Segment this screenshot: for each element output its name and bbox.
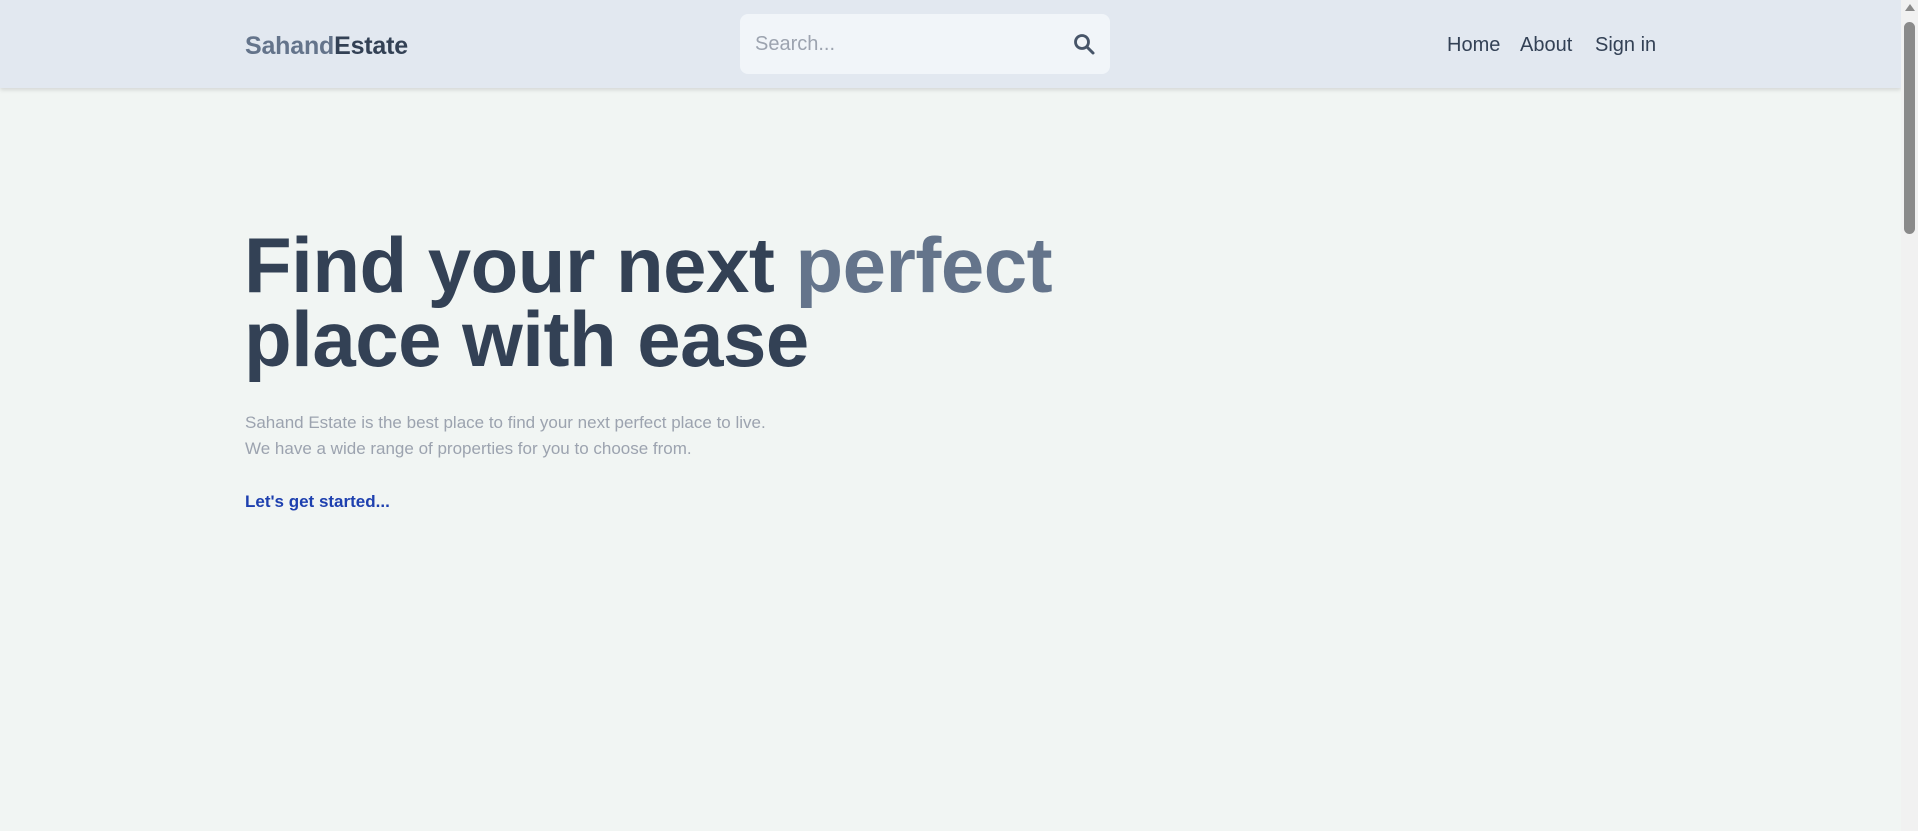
hero-description-line1: Sahand Estate is the best place to find …	[245, 413, 766, 432]
hero-title: Find your next perfect place with ease	[244, 226, 1053, 378]
search-input[interactable]	[755, 14, 1055, 74]
hero-description-line2: We have a wide range of properties for y…	[245, 439, 692, 458]
site-header: SahandEstate Home About Sign in	[0, 0, 1901, 88]
brand-name-part1: Sahand	[245, 32, 335, 60]
brand-name-part2: Estate	[334, 32, 408, 60]
hero-title-part2: place with ease	[244, 295, 809, 383]
nav-sign-in[interactable]: Sign in	[1595, 31, 1656, 59]
hero-description: Sahand Estate is the best place to find …	[245, 410, 766, 462]
page: SahandEstate Home About Sign in Find you…	[0, 0, 1901, 831]
nav-about[interactable]: About	[1520, 31, 1572, 59]
hero-title-accent: perfect	[795, 221, 1053, 309]
scrollbar-thumb[interactable]	[1904, 22, 1915, 234]
search-form	[740, 14, 1110, 74]
brand-logo[interactable]: SahandEstate	[245, 30, 408, 62]
search-icon[interactable]	[1072, 32, 1098, 58]
vertical-scrollbar[interactable]	[1901, 0, 1918, 831]
scroll-up-arrow-icon[interactable]	[1905, 4, 1915, 11]
nav-home[interactable]: Home	[1447, 31, 1500, 59]
get-started-link[interactable]: Let's get started...	[245, 490, 390, 514]
